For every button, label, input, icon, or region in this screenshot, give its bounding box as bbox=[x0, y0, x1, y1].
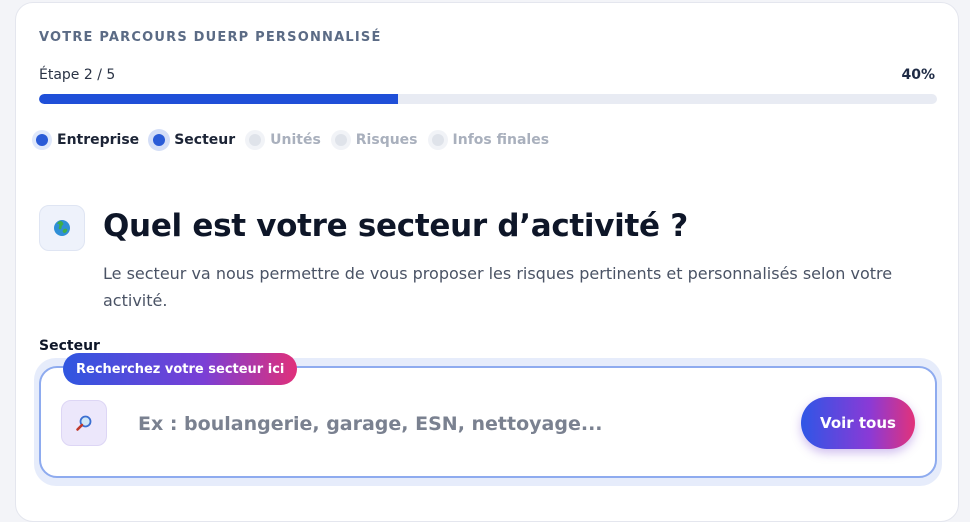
see-all-button[interactable]: Voir tous bbox=[801, 397, 915, 449]
step-entreprise[interactable]: Entreprise bbox=[36, 132, 139, 148]
step-dot-icon bbox=[249, 134, 262, 146]
step-unites: Unités bbox=[249, 132, 321, 148]
step-infos-finales: Infos finales bbox=[431, 132, 550, 148]
page-title: Quel est votre secteur d’activité ? bbox=[103, 208, 688, 244]
onboarding-card: VOTRE PARCOURS DUERP PERSONNALISÉ Étape … bbox=[15, 2, 959, 522]
progress-bar-fill bbox=[39, 94, 399, 104]
step-label: Unités bbox=[270, 132, 321, 148]
step-label: Risques bbox=[355, 132, 418, 148]
sector-field-label: Secteur bbox=[39, 338, 100, 354]
step-label: Secteur bbox=[174, 132, 236, 148]
step-dot-icon bbox=[153, 134, 166, 146]
step-label: Entreprise bbox=[57, 132, 140, 148]
progress-percent: 40% bbox=[901, 67, 935, 83]
page-description: Le secteur va nous permettre de vous pro… bbox=[103, 264, 893, 310]
journey-kicker: VOTRE PARCOURS DUERP PERSONNALISÉ bbox=[39, 30, 382, 45]
step-dot-icon bbox=[334, 134, 347, 146]
step-dot-icon bbox=[431, 134, 444, 146]
step-risques: Risques bbox=[334, 132, 418, 148]
progress-bar bbox=[39, 94, 937, 104]
step-secteur[interactable]: Secteur bbox=[153, 132, 235, 148]
sector-search-input[interactable] bbox=[136, 403, 780, 445]
step-dot-icon bbox=[36, 134, 48, 146]
magnifier-icon bbox=[61, 400, 107, 446]
step-label: Infos finales bbox=[452, 132, 550, 148]
search-hint-badge: Recherchez votre secteur ici bbox=[63, 353, 298, 385]
step-counter: Étape 2 / 5 bbox=[39, 67, 116, 83]
globe-icon bbox=[39, 205, 85, 251]
stepper: Entreprise Secteur Unités Risques Infos … bbox=[36, 132, 563, 148]
